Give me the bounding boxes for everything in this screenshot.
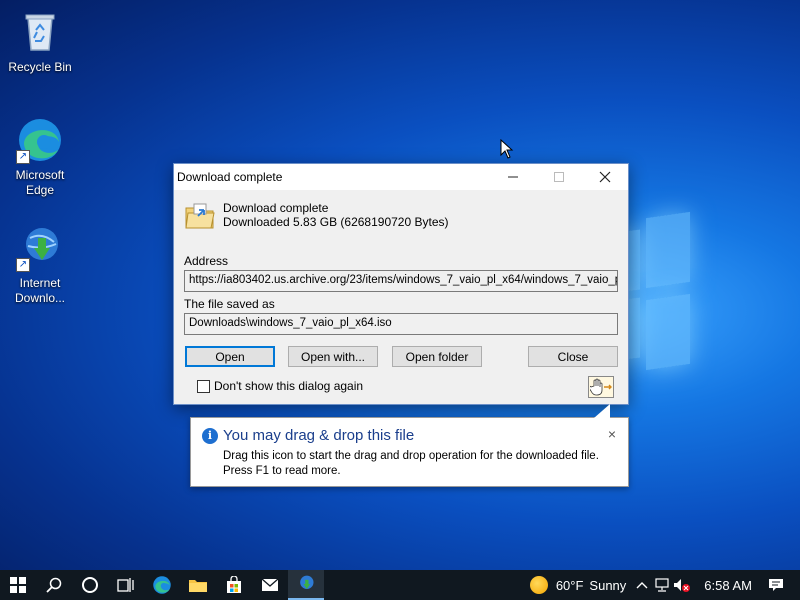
dont-show-again-label: Don't show this dialog again xyxy=(214,379,364,393)
tooltip-line: Press F1 to read more. xyxy=(223,465,341,477)
mail-icon xyxy=(261,578,279,591)
close-button[interactable]: Close xyxy=(528,346,618,367)
download-heading: Download complete xyxy=(223,201,329,215)
volume-button[interactable] xyxy=(672,570,692,600)
network-icon xyxy=(655,578,669,592)
network-button[interactable] xyxy=(652,570,672,600)
open-button[interactable]: Open xyxy=(185,346,275,367)
saved-as-label: The file saved as xyxy=(184,297,275,311)
weather-temperature[interactable]: 60°F xyxy=(556,578,584,593)
tooltip-pointer xyxy=(594,404,610,418)
idm-icon xyxy=(300,575,314,589)
cortana-button[interactable] xyxy=(72,570,108,600)
folder-download-icon xyxy=(185,203,215,229)
file-explorer-icon xyxy=(189,580,207,592)
tooltip-line: Drag this icon to start the drag and dro… xyxy=(223,450,599,462)
taskbar-idm-button[interactable] xyxy=(288,570,324,600)
chevron-up-icon xyxy=(636,582,648,589)
shortcut-arrow-icon: ↗ xyxy=(16,150,30,164)
address-label: Address xyxy=(184,254,229,268)
desktop-icon-recycle-bin[interactable]: Recycle Bin xyxy=(2,8,78,75)
system-tray: 60°F Sunny 6:58 AM xyxy=(529,570,800,600)
dialog-title: Download complete xyxy=(177,170,283,184)
maximize-button xyxy=(536,164,582,190)
open-with-button[interactable]: Open with... xyxy=(288,346,378,367)
search-button[interactable] xyxy=(36,570,72,600)
idm-icon: ↗ xyxy=(16,224,64,272)
desktop-icon-label: Microsoft xyxy=(15,168,65,182)
task-view-button[interactable] xyxy=(108,570,144,600)
close-window-button[interactable] xyxy=(582,164,628,190)
recycle-bin-icon xyxy=(16,8,64,56)
task-view-icon xyxy=(117,578,134,592)
dialog-titlebar[interactable]: Download complete xyxy=(174,164,628,190)
shortcut-arrow-icon: ↗ xyxy=(16,258,30,272)
search-icon xyxy=(46,577,62,593)
show-hidden-icons-button[interactable] xyxy=(632,570,652,600)
drag-drop-tooltip: i You may drag & drop this file Drag thi… xyxy=(190,404,629,487)
drag-hand-icon xyxy=(590,378,612,396)
store-icon xyxy=(227,576,241,593)
desktop-icon-label: Internet xyxy=(19,276,61,290)
drag-drop-handle[interactable] xyxy=(588,376,614,398)
tooltip-text: Drag this icon to start the drag and dro… xyxy=(223,449,599,479)
desktop-icon-internet-download-manager[interactable]: ↗ Internet Downlo... xyxy=(2,224,78,306)
minimize-button[interactable] xyxy=(490,164,536,190)
dont-show-again-checkbox[interactable] xyxy=(197,379,210,393)
taskbar: 60°F Sunny 6:58 AM xyxy=(0,570,800,600)
weather-description[interactable]: Sunny xyxy=(589,578,626,593)
tooltip-close-button[interactable]: × xyxy=(608,426,616,442)
weather-sun-icon[interactable] xyxy=(529,576,548,594)
desktop-icon-label: Downlo... xyxy=(14,291,66,305)
edge-icon xyxy=(153,576,171,594)
close-icon xyxy=(599,171,611,183)
info-icon: i xyxy=(202,428,218,444)
saved-as-field[interactable]: Downloads\windows_7_vaio_pl_x64.iso xyxy=(184,313,618,335)
address-field[interactable]: https://ia803402.us.archive.org/23/items… xyxy=(184,270,618,292)
start-icon xyxy=(10,577,26,593)
taskbar-store-button[interactable] xyxy=(216,570,252,600)
taskbar-edge-button[interactable] xyxy=(144,570,180,600)
edge-icon: ↗ xyxy=(16,116,64,164)
taskbar-file-explorer-button[interactable] xyxy=(180,570,216,600)
taskbar-clock[interactable]: 6:58 AM xyxy=(704,578,752,593)
mouse-cursor-icon xyxy=(500,139,514,159)
action-center-button[interactable] xyxy=(766,570,786,600)
taskbar-mail-button[interactable] xyxy=(252,570,288,600)
cortana-icon xyxy=(82,577,98,593)
downloaded-size: Downloaded 5.83 GB (6268190720 Bytes) xyxy=(223,215,449,229)
desktop-icon-edge[interactable]: ↗ Microsoft Edge xyxy=(2,116,78,198)
open-folder-button[interactable]: Open folder xyxy=(392,346,482,367)
maximize-icon xyxy=(554,172,564,182)
download-summary: Download complete Downloaded 5.83 GB (62… xyxy=(223,201,449,229)
download-complete-dialog: Download complete Download complete Down… xyxy=(173,163,629,405)
volume-muted-icon xyxy=(674,579,691,592)
desktop-icon-label: Edge xyxy=(25,183,55,197)
dont-show-again-row[interactable]: Don't show this dialog again xyxy=(197,379,363,393)
notifications-icon xyxy=(769,579,783,591)
desktop-icon-label: Recycle Bin xyxy=(8,60,72,74)
minimize-icon xyxy=(508,176,518,178)
tooltip-title: You may drag & drop this file xyxy=(223,427,415,444)
start-button[interactable] xyxy=(0,570,36,600)
